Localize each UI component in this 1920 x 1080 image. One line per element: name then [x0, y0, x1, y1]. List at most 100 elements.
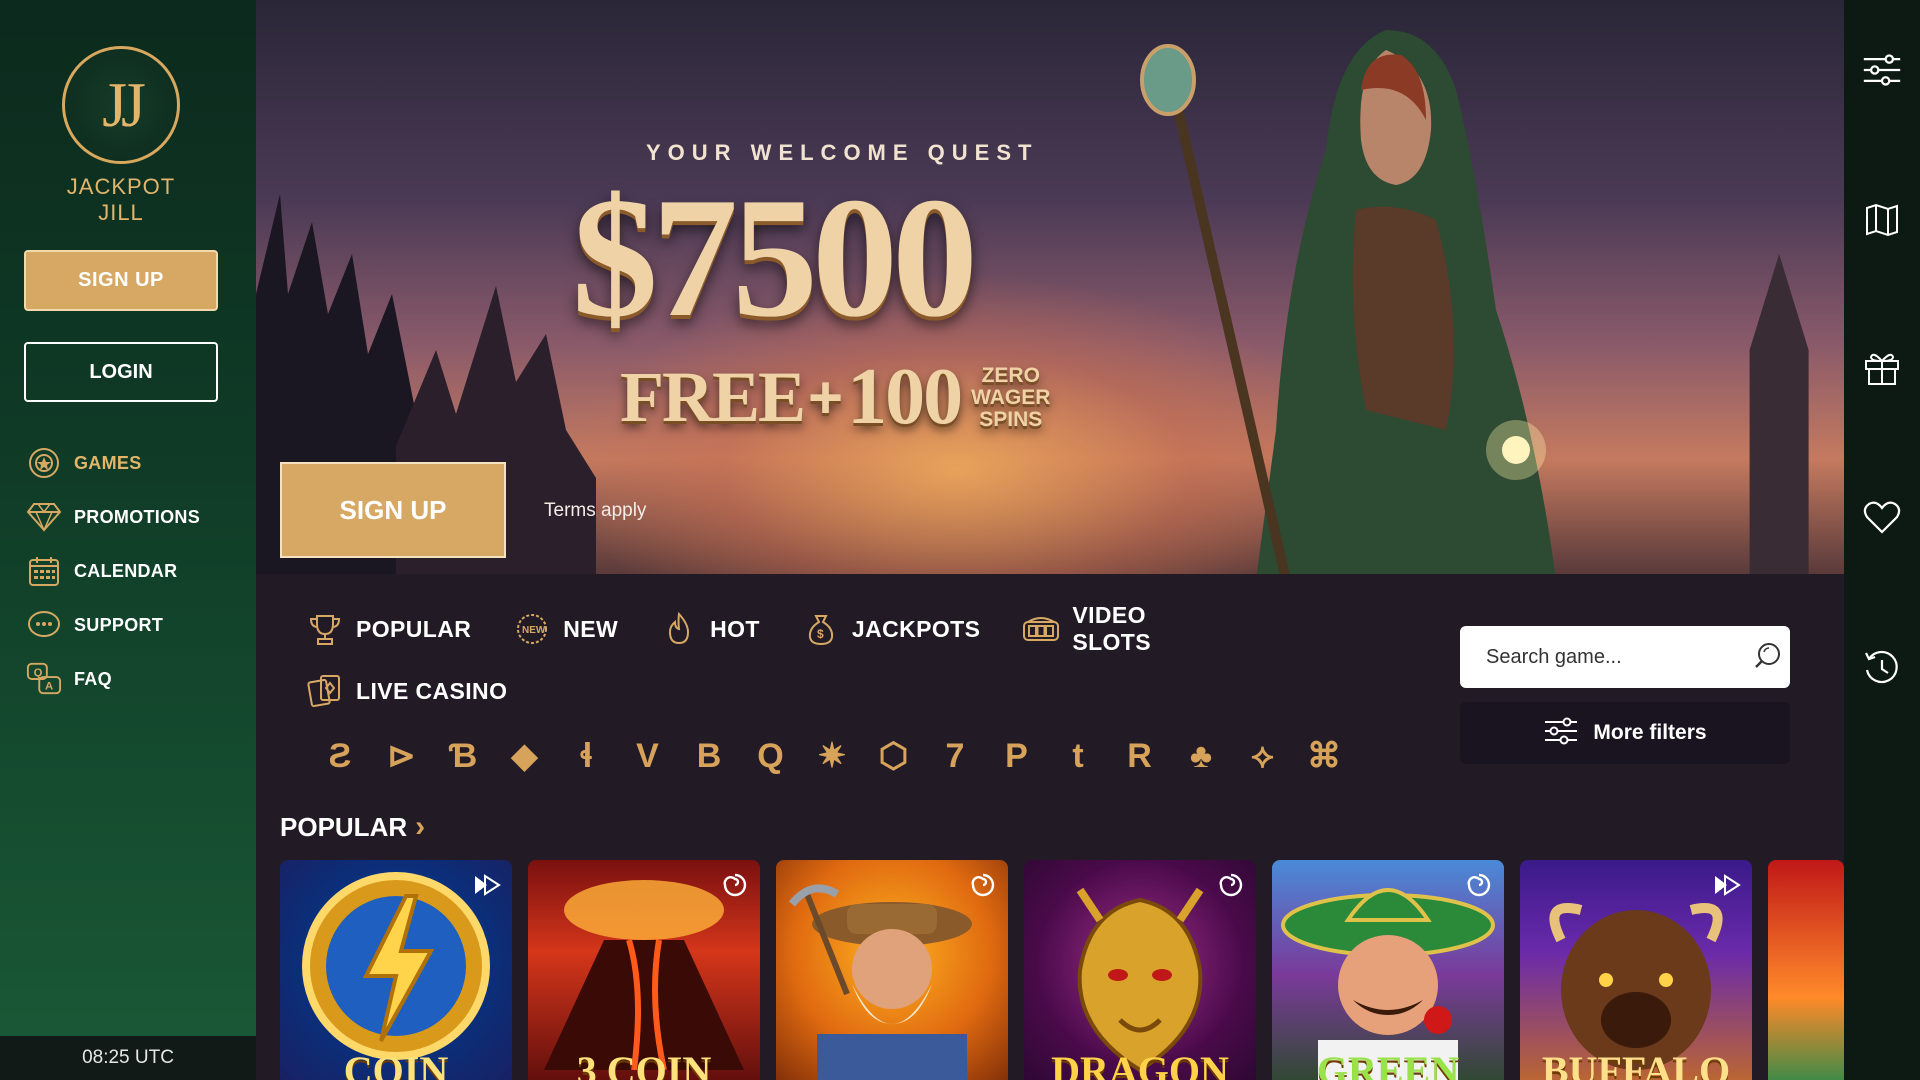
section-title-text: POPULAR	[280, 811, 408, 842]
new-badge-icon: NEW	[513, 610, 551, 648]
tab-live-casino[interactable]: LIVE CASINO	[306, 672, 507, 710]
provider-logo[interactable]: ⌘	[1302, 734, 1346, 778]
popular-section-title[interactable]: POPULAR ›	[280, 810, 425, 844]
provider-logo[interactable]: Ƨ	[318, 734, 362, 778]
games-icon	[26, 445, 62, 481]
svg-text:$: $	[817, 627, 824, 641]
sidebar-item-label: FAQ	[74, 668, 112, 689]
popular-games-row: COIN 3 COIN DRAGON GREEN BUFFALO	[280, 860, 1844, 1080]
game-tile-dragon[interactable]: DRAGON	[1024, 860, 1256, 1080]
flame-icon	[660, 610, 698, 648]
logo-brand-name: JACKPOT JILL	[66, 174, 176, 225]
game-tile-buffalo[interactable]: BUFFALO	[1520, 860, 1752, 1080]
banner-spins-count: 100	[847, 353, 963, 441]
provider-logo[interactable]: R	[1118, 734, 1162, 778]
provider-logo[interactable]: ♣	[1179, 734, 1223, 778]
game-tile-partial[interactable]	[1768, 860, 1844, 1080]
tab-new[interactable]: NEW NEW	[513, 610, 618, 648]
history-icon[interactable]	[1862, 648, 1902, 688]
game-tile-green[interactable]: GREEN	[1272, 860, 1504, 1080]
banner-signup-button[interactable]: SIGN UP	[280, 462, 506, 558]
map-icon[interactable]	[1862, 200, 1902, 240]
sidebar-item-games[interactable]: GAMES	[26, 436, 246, 490]
heart-icon[interactable]	[1862, 498, 1902, 538]
game-tile-miner[interactable]	[776, 860, 1008, 1080]
more-filters-label: More filters	[1593, 721, 1707, 744]
provider-logo-row: Ƨ ⊳ Ɓ ◆ ɬ V B Q ✷ ⬡ 7 P t R ♣ ⟡ ⌘	[318, 734, 1364, 778]
sidebar-login-button[interactable]: LOGIN	[24, 342, 218, 402]
banner-zero-wager-spins: ZERO WAGER SPINS	[971, 363, 1051, 431]
trophy-icon	[306, 610, 344, 648]
filter-sliders-icon[interactable]	[1862, 50, 1902, 90]
banner-plus: +	[808, 364, 844, 431]
provider-logo[interactable]: t	[1056, 734, 1100, 778]
provider-logo[interactable]: 7	[933, 734, 977, 778]
heroine-illustration	[1140, 30, 1556, 574]
faq-icon: QA	[26, 661, 62, 697]
game-title: DRAGON	[1051, 1048, 1229, 1080]
castle-tower-right	[1749, 254, 1809, 574]
spiral-icon	[1464, 870, 1494, 900]
provider-logo[interactable]: Ɓ	[441, 734, 485, 778]
provider-logo[interactable]: ⬡	[872, 734, 916, 778]
tab-video-slots[interactable]: VIDEO SLOTS	[1022, 602, 1214, 656]
game-tile-3-coin[interactable]: 3 COIN	[528, 860, 760, 1080]
tab-hot[interactable]: HOT	[660, 610, 760, 648]
volcano-art	[544, 880, 744, 1070]
search-input[interactable]	[1484, 644, 1753, 670]
miner-character-art	[788, 884, 972, 1080]
provider-logo[interactable]: ɬ	[564, 734, 608, 778]
svg-text:A: A	[45, 680, 53, 692]
game-title: GREEN	[1316, 1048, 1460, 1080]
spiral-icon	[968, 870, 998, 900]
slot-machine-icon	[1022, 610, 1060, 648]
tab-popular[interactable]: POPULAR	[306, 610, 471, 648]
search-icon[interactable]	[1753, 640, 1783, 675]
provider-logo[interactable]: ⊳	[380, 734, 424, 778]
gift-icon[interactable]	[1862, 348, 1902, 388]
sidebar-signup-button[interactable]: SIGN UP	[24, 250, 218, 311]
cards-icon	[306, 672, 344, 710]
banner-free: FREE	[620, 357, 806, 437]
spiral-icon	[1216, 870, 1246, 900]
provider-logo[interactable]: ◆	[503, 734, 547, 778]
provider-logo[interactable]: ⟡	[1241, 734, 1285, 778]
game-title: 3 COIN	[576, 1048, 712, 1080]
more-filters-button[interactable]: More filters	[1460, 702, 1790, 764]
welcome-banner: YOUR WELCOME QUEST $7500 FREE + 100 ZERO…	[256, 0, 1844, 574]
tab-label: HOT	[710, 615, 760, 642]
provider-logo[interactable]: P	[995, 734, 1039, 778]
tab-label: NEW	[563, 615, 619, 642]
spiral-icon	[720, 870, 750, 900]
sidebar-item-label: CALENDAR	[74, 560, 178, 581]
game-tile-coin[interactable]: COIN	[280, 860, 512, 1080]
provider-logo[interactable]: B	[687, 734, 731, 778]
tab-label: POPULAR	[356, 615, 472, 642]
terms-apply-link[interactable]: Terms apply	[544, 500, 646, 522]
money-bag-icon: $	[802, 610, 840, 648]
coin-lightning-art	[302, 872, 490, 1060]
provider-logo[interactable]: ✷	[810, 734, 854, 778]
sidebar-item-support[interactable]: SUPPORT	[26, 598, 246, 652]
sidebar-item-calendar[interactable]: CALENDAR	[26, 544, 246, 598]
category-nav: POPULAR NEW NEW HOT $ JACKPOTS VIDEO SLO…	[306, 602, 1256, 730]
provider-logo[interactable]: Q	[749, 734, 793, 778]
sidebar-item-label: GAMES	[74, 452, 142, 473]
sidebar-item-faq[interactable]: QA FAQ	[26, 652, 246, 706]
chat-icon	[26, 607, 62, 643]
svg-text:NEW: NEW	[522, 625, 546, 636]
search-box	[1460, 626, 1790, 688]
game-title: BUFFALO	[1541, 1048, 1731, 1080]
sidebar: JJ JACKPOT JILL SIGN UP LOGIN GAMES PROM…	[0, 0, 256, 1080]
tab-label: VIDEO SLOTS	[1072, 602, 1151, 655]
logo-monogram: JJ	[62, 46, 180, 164]
tab-jackpots[interactable]: $ JACKPOTS	[802, 610, 980, 648]
banner-offer-line: FREE + 100 ZERO WAGER SPINS	[620, 352, 1050, 443]
sidebar-item-promotions[interactable]: PROMOTIONS	[26, 490, 246, 544]
play-arrows-icon	[1712, 870, 1742, 900]
provider-logo[interactable]: V	[626, 734, 670, 778]
filter-sliders-icon	[1543, 716, 1579, 751]
diamond-icon	[26, 499, 62, 535]
game-title: COIN	[343, 1048, 449, 1080]
jackpot-jill-logo[interactable]: JJ JACKPOT JILL	[58, 46, 184, 226]
